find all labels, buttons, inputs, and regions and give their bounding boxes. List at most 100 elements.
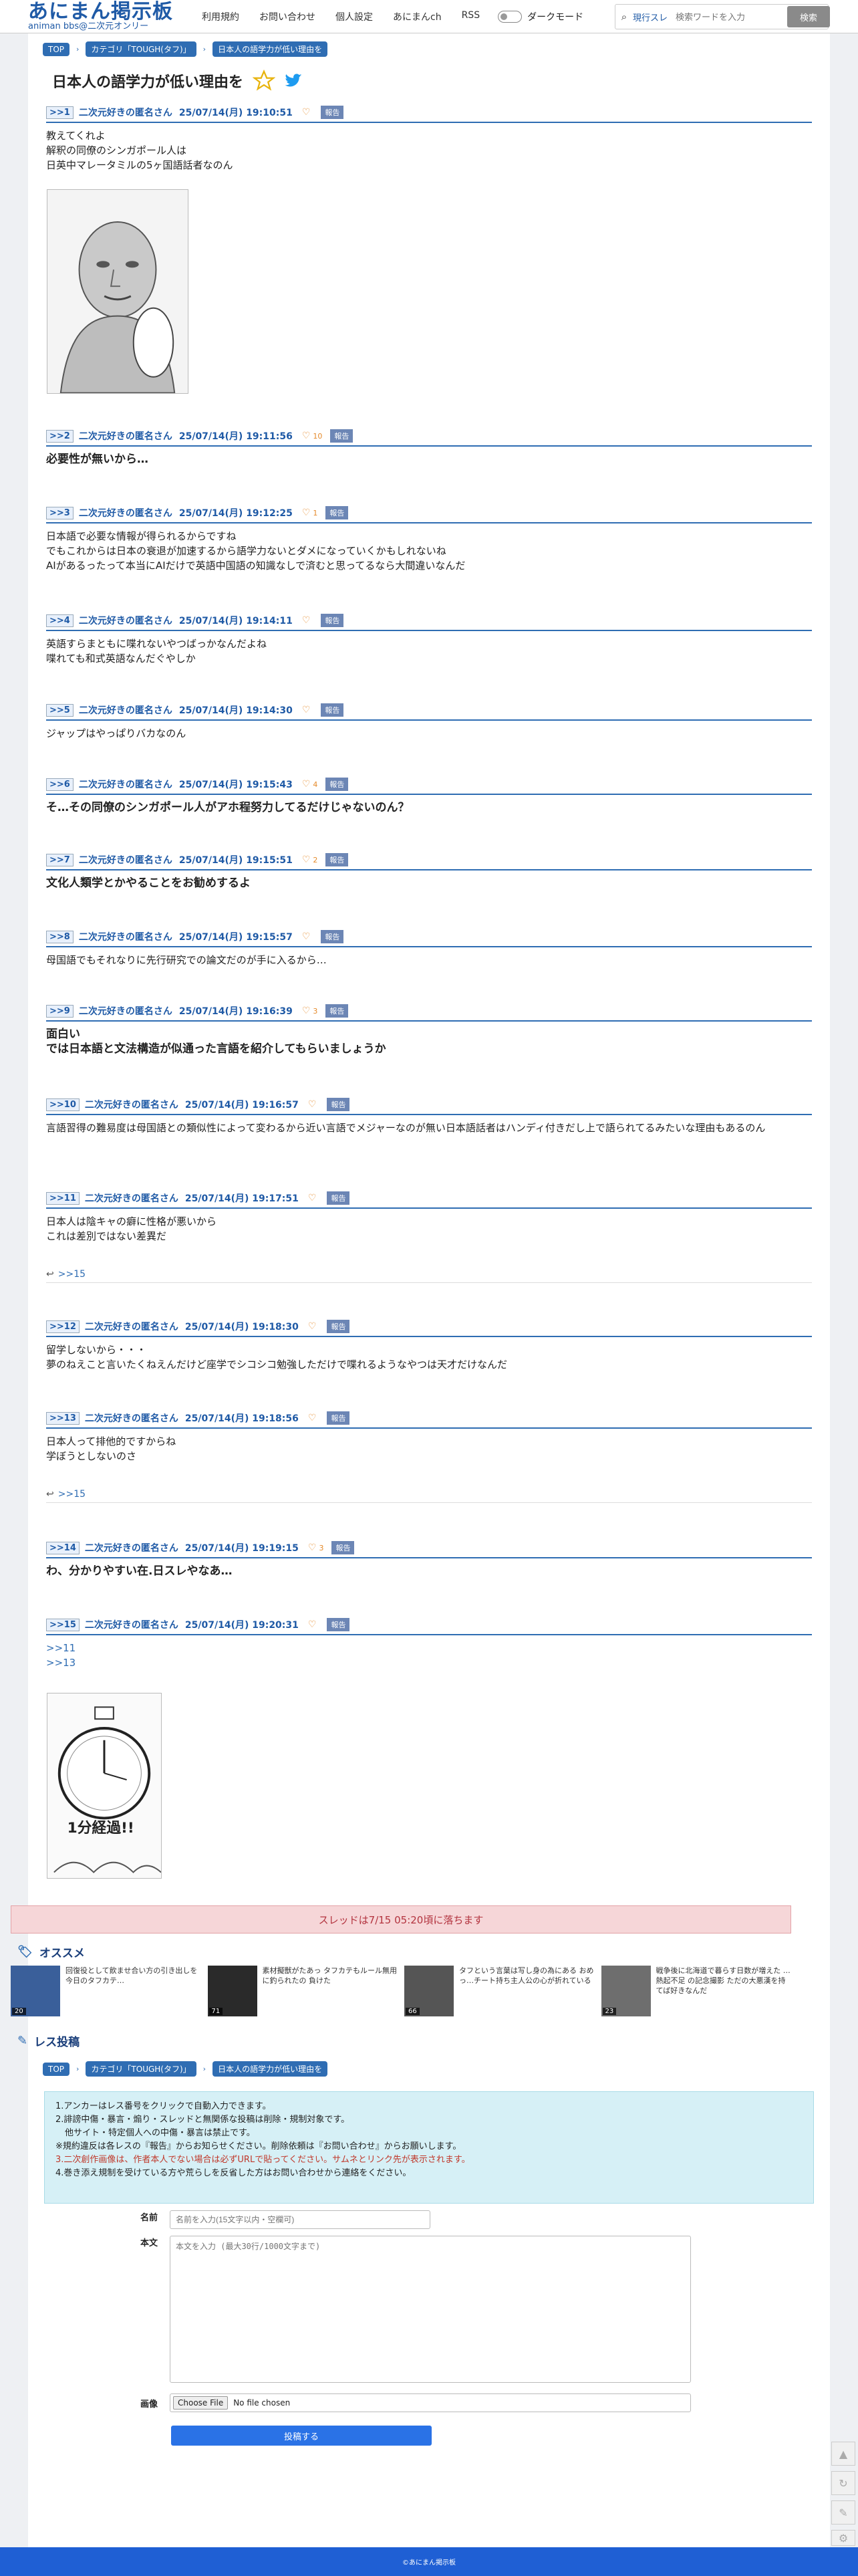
choose-file-button[interactable]: Choose File xyxy=(173,2396,229,2410)
logo-main[interactable]: あにまん掲示板 xyxy=(28,2,173,22)
recommend-item[interactable]: 23 戦争後に北海道で暮らす日数が増えた …熱起不足 の記念撮影 ただの大悪漢を… xyxy=(601,1966,793,2022)
post-number[interactable]: >>9 xyxy=(46,1004,74,1018)
report-button[interactable]: 報告 xyxy=(331,1541,355,1554)
favorite-star-icon[interactable] xyxy=(253,70,276,92)
recommend-item[interactable]: 20 回復役として飲ませ合い方の引き出しを 今日のタフカテ… xyxy=(11,1966,202,2022)
heart-icon[interactable]: ♡ xyxy=(302,615,311,626)
recommend-thumbnail[interactable]: 23 xyxy=(601,1966,651,2016)
report-button[interactable]: 報告 xyxy=(321,703,344,717)
breadcrumb-top[interactable]: TOP xyxy=(43,42,70,56)
report-button[interactable]: 報告 xyxy=(327,1191,350,1205)
nav-contact[interactable]: お問い合わせ xyxy=(249,10,325,23)
recommend-text[interactable]: 素材擬獣がたあっ タフカテもルール無用に釣られたの 負けた xyxy=(263,1966,400,2022)
post-1-image[interactable] xyxy=(47,189,188,394)
file-input[interactable]: Choose File No file chosen xyxy=(170,2393,691,2412)
post-number[interactable]: >>8 xyxy=(46,930,74,943)
post-number[interactable]: >>2 xyxy=(46,429,74,443)
reply-link[interactable]: ↩ >>15 xyxy=(46,1489,812,1503)
post-9: >>9 二次元好きの匿名さん 25/07/14(月) 19:16:39 ♡ 3 報告 面白い… xyxy=(46,1004,812,1056)
report-button[interactable]: 報告 xyxy=(321,614,344,627)
search-button[interactable]: 検索 xyxy=(787,6,830,27)
post-10: >>10 二次元好きの匿名さん 25/07/14(月) 19:16:57 ♡ 報告 言語習… xyxy=(46,1098,812,1135)
nav-animanch[interactable]: あにまんch xyxy=(383,10,452,23)
nav-settings[interactable]: 個人設定 xyxy=(325,10,383,23)
rule-line: 2.誹謗中傷・暴言・煽り・スレッドと無関係な投稿は削除・規制対象です。 xyxy=(55,2115,350,2125)
anchor-link[interactable]: >>11 xyxy=(46,1641,812,1655)
post-number[interactable]: >>12 xyxy=(46,1320,80,1333)
reply-anchor[interactable]: >>15 xyxy=(58,1269,86,1280)
report-button[interactable]: 報告 xyxy=(325,778,349,791)
post-15-image[interactable]: 1分経過!! xyxy=(47,1693,162,1879)
breadcrumb-category[interactable]: カテゴリ「TOUGH(タフ)」 xyxy=(86,2061,196,2077)
post-date: 25/07/14(月) 19:15:43 xyxy=(178,780,293,790)
report-button[interactable]: 報告 xyxy=(325,506,349,519)
heart-icon[interactable]: ♡ xyxy=(302,1006,311,1016)
report-button[interactable]: 報告 xyxy=(325,1004,349,1018)
heart-icon[interactable]: ♡ xyxy=(308,1619,317,1630)
twitter-icon[interactable] xyxy=(283,71,303,91)
scroll-top-icon[interactable]: ▲ xyxy=(831,2442,855,2466)
post-number[interactable]: >>14 xyxy=(46,1541,80,1554)
heart-icon[interactable]: ♡ xyxy=(308,1542,317,1553)
recommend-thumbnail[interactable]: 20 xyxy=(11,1966,60,2016)
breadcrumb-thread[interactable]: 日本人の語学力が低い理由を xyxy=(212,41,328,57)
post-number[interactable]: >>7 xyxy=(46,853,74,866)
refresh-icon[interactable]: ↻ xyxy=(831,2471,855,2495)
breadcrumb-top[interactable]: TOP xyxy=(43,2062,70,2076)
post-number[interactable]: >>3 xyxy=(46,506,74,519)
post-number[interactable]: >>15 xyxy=(46,1618,80,1631)
post-header: >>2 二次元好きの匿名さん 25/07/14(月) 19:11:56 ♡ 10 報告 xyxy=(46,429,812,447)
heart-icon[interactable]: ♡ xyxy=(308,1099,317,1110)
post-number[interactable]: >>4 xyxy=(46,614,74,627)
heart-icon[interactable]: ♡ xyxy=(308,1321,317,1332)
report-button[interactable]: 報告 xyxy=(327,1618,350,1631)
submit-button[interactable]: 投稿する xyxy=(171,2426,432,2446)
reply-anchor[interactable]: >>15 xyxy=(58,1489,86,1500)
heart-icon[interactable]: ♡ xyxy=(302,705,311,715)
report-button[interactable]: 報告 xyxy=(327,1320,350,1333)
heart-icon[interactable]: ♡ xyxy=(302,931,311,942)
site-logo[interactable]: あにまん掲示板 animan bbs@二次元オンリー xyxy=(28,2,173,31)
heart-icon[interactable]: ♡ xyxy=(308,1193,317,1203)
recommend-thumbnail[interactable]: 71 xyxy=(207,1966,257,2016)
report-button[interactable]: 報告 xyxy=(321,930,344,943)
recommend-item[interactable]: 71 素材擬獣がたあっ タフカテもルール無用に釣られたの 負けた xyxy=(207,1966,400,2022)
post-number[interactable]: >>1 xyxy=(46,106,74,119)
nav-terms[interactable]: 利用規約 xyxy=(192,10,249,23)
nav-rss[interactable]: RSS xyxy=(452,10,490,23)
heart-icon[interactable]: ♡ xyxy=(302,107,311,118)
dark-mode-toggle[interactable]: ダークモード xyxy=(498,10,583,23)
post-number[interactable]: >>13 xyxy=(46,1411,80,1425)
search-scope[interactable]: 現行スレ xyxy=(633,11,668,23)
heart-icon[interactable]: ♡ xyxy=(302,507,311,518)
body-textarea[interactable] xyxy=(170,2236,691,2383)
breadcrumb-category[interactable]: カテゴリ「TOUGH(タフ)」 xyxy=(86,41,196,57)
report-button[interactable]: 報告 xyxy=(327,1098,350,1111)
report-button[interactable]: 報告 xyxy=(327,1411,350,1425)
post-number[interactable]: >>5 xyxy=(46,703,74,717)
reply-link[interactable]: ↩ >>15 xyxy=(46,1269,812,1283)
heart-icon[interactable]: ♡ xyxy=(302,854,311,865)
recommend-item[interactable]: 66 タフという言葉は写し身の為にある おめっ…チート持ち主人公の心が折れている xyxy=(404,1966,596,2022)
toggle-switch[interactable] xyxy=(498,10,523,23)
settings-gear-icon[interactable]: ⚙ xyxy=(831,2530,855,2546)
report-button[interactable]: 報告 xyxy=(321,106,344,119)
edit-icon[interactable]: ✎ xyxy=(831,2500,855,2525)
post-number[interactable]: >>11 xyxy=(46,1191,80,1205)
report-button[interactable]: 報告 xyxy=(325,853,349,866)
post-number[interactable]: >>10 xyxy=(46,1098,80,1111)
breadcrumb-thread[interactable]: 日本人の語学力が低い理由を xyxy=(212,2061,328,2077)
recommend-text[interactable]: 戦争後に北海道で暮らす日数が増えた …熱起不足 の記念撮影 ただの大悪漢を持てば… xyxy=(656,1966,793,2022)
recommend-thumbnail[interactable]: 66 xyxy=(404,1966,454,2016)
recommend-text[interactable]: 回復役として飲ませ合い方の引き出しを 今日のタフカテ… xyxy=(65,1966,202,2022)
heart-icon[interactable]: ♡ xyxy=(308,1413,317,1423)
name-input[interactable] xyxy=(170,2210,430,2229)
report-button[interactable]: 報告 xyxy=(330,429,353,443)
recommend-text[interactable]: タフという言葉は写し身の為にある おめっ…チート持ち主人公の心が折れている xyxy=(459,1966,596,2022)
anchor-link[interactable]: >>13 xyxy=(46,1655,812,1670)
post-number[interactable]: >>6 xyxy=(46,778,74,791)
body-row: 本文 xyxy=(90,2236,691,2383)
heart-icon[interactable]: ♡ xyxy=(302,431,311,441)
heart-icon[interactable]: ♡ xyxy=(302,779,311,790)
post-body: わ、分かりやすい在.日スレやなあ… xyxy=(46,1564,812,1578)
